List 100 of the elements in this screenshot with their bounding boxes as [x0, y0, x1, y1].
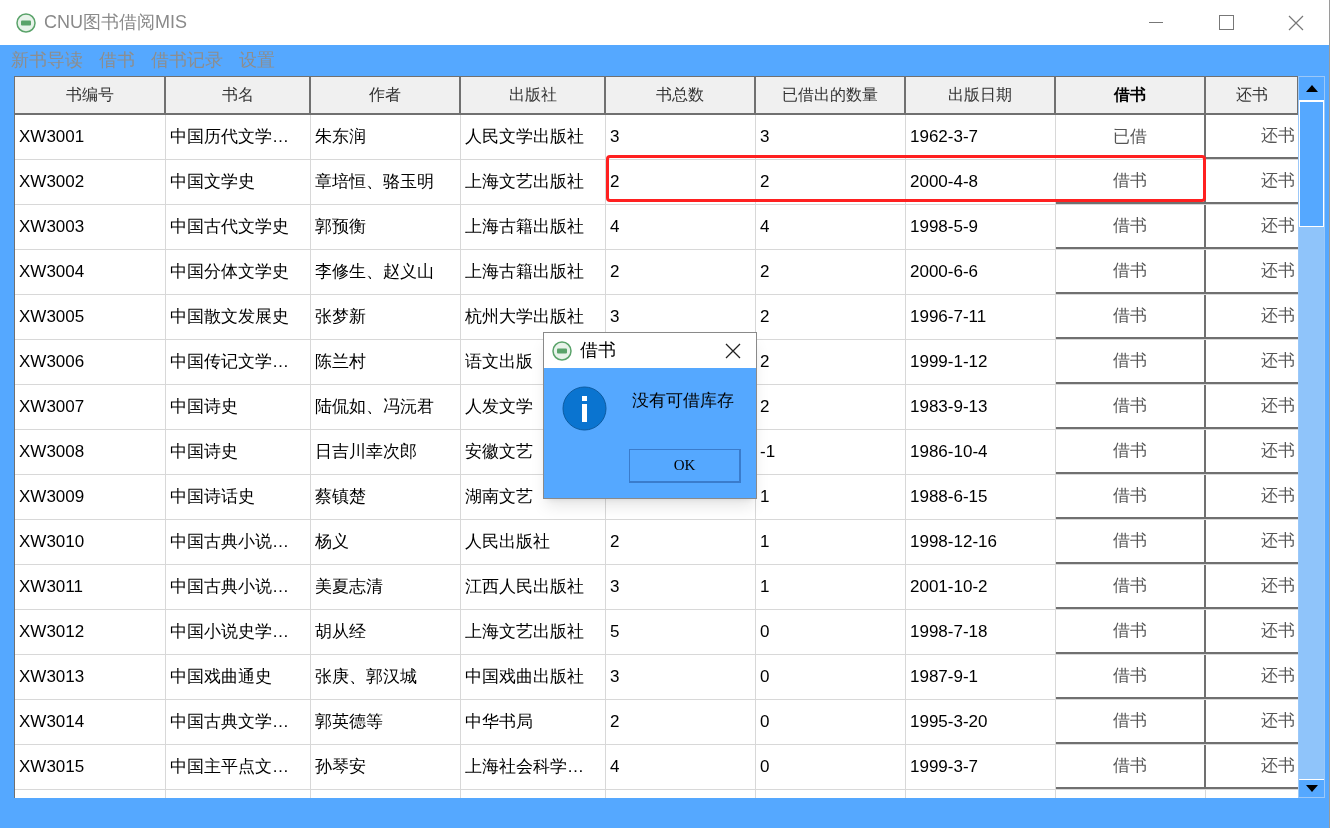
table-cell: XW3012: [15, 610, 166, 654]
column-header[interactable]: 书总数: [606, 77, 756, 113]
borrow-button[interactable]: 借书: [1056, 745, 1206, 789]
borrow-button[interactable]: 借书: [1056, 385, 1206, 429]
scroll-down-icon: [1305, 785, 1318, 792]
borrow-button[interactable]: 借书: [1056, 205, 1206, 249]
borrow-button[interactable]: 借书: [1056, 430, 1206, 474]
table-cell: 上海社会科学…: [461, 745, 606, 789]
table-cell: XW3010: [15, 520, 166, 564]
borrow-button[interactable]: 借书: [1056, 295, 1206, 339]
logo-icon: [552, 340, 572, 361]
table-cell: 上海文艺出版社: [461, 610, 606, 654]
table-cell: 0: [756, 610, 906, 654]
table-cell: 上海文艺出版社: [461, 160, 606, 204]
table-cell: 孙琴安: [311, 745, 461, 789]
scrollbar-thumb[interactable]: [1299, 101, 1324, 227]
scrollbar[interactable]: [1298, 76, 1325, 798]
table-cell: 美夏志清: [311, 565, 461, 609]
table-cell: 郭预衡: [311, 205, 461, 249]
dialog-message: 没有可借库存: [632, 390, 734, 412]
table-cell: 江西人民出版社: [461, 565, 606, 609]
borrow-button[interactable]: 借书: [1056, 565, 1206, 609]
ok-button[interactable]: OK: [629, 449, 741, 483]
column-header[interactable]: 作者: [311, 77, 461, 113]
table-cell: 中国诗话史: [166, 475, 311, 519]
table-cell: 中国文学史: [166, 160, 311, 204]
scroll-up-icon: [1305, 85, 1318, 92]
table-cell: 中国古代文学史: [166, 205, 311, 249]
table-cell: 中华书局: [461, 700, 606, 744]
table-cell: 陈兰村: [311, 340, 461, 384]
table-cell: 人民出版社: [461, 520, 606, 564]
table-cell: 2: [606, 520, 756, 564]
table-cell: 3: [606, 115, 756, 159]
window-title: CNU图书借阅MIS: [44, 11, 187, 34]
table-cell: 陆侃如、冯沅君: [311, 385, 461, 429]
table-cell: 上海古籍出版社: [461, 205, 606, 249]
table-cell: 胡从经: [311, 610, 461, 654]
column-header[interactable]: 已借出的数量: [756, 77, 906, 113]
table-cell: 0: [756, 745, 906, 789]
table-cell: 朱东润: [311, 115, 461, 159]
table-cell: 张梦新: [311, 295, 461, 339]
table-cell: XW3008: [15, 430, 166, 474]
table-cell: 人民文学出版社: [461, 115, 606, 159]
table-cell: XW3009: [15, 475, 166, 519]
borrow-button[interactable]: 借书: [1056, 340, 1206, 384]
table-cell: 中国散文发展史: [166, 295, 311, 339]
borrow-button[interactable]: 借书: [1056, 250, 1206, 294]
table-cell: 4: [606, 745, 756, 789]
column-header[interactable]: 书编号: [15, 77, 166, 113]
table-cell: XW3003: [15, 205, 166, 249]
table-cell: XW3005: [15, 295, 166, 339]
table-cell: 2: [606, 700, 756, 744]
table-cell: 郭英德等: [311, 700, 461, 744]
table-cell: 2: [756, 160, 906, 204]
table-cell: XW3002: [15, 160, 166, 204]
info-icon: [562, 386, 607, 431]
table-cell: 5: [606, 610, 756, 654]
table-cell: 0: [756, 700, 906, 744]
table-cell: 3: [756, 115, 906, 159]
column-header[interactable]: 出版社: [461, 77, 606, 113]
table-cell: 中国小说史学…: [166, 610, 311, 654]
table-cell: 4: [756, 205, 906, 249]
borrow-button[interactable]: 借书: [1056, 610, 1206, 654]
table-cell: 中国古典小说…: [166, 565, 311, 609]
borrow-button[interactable]: 借书: [1056, 700, 1206, 744]
close-icon: [725, 342, 741, 359]
table-cell: 中国诗史: [166, 430, 311, 474]
table-cell: 2: [756, 250, 906, 294]
table-cell: 1: [756, 565, 906, 609]
table-cell: XW3001: [15, 115, 166, 159]
table-cell: XW3007: [15, 385, 166, 429]
table-cell: 章培恒、骆玉明: [311, 160, 461, 204]
borrow-button[interactable]: 借书: [1056, 520, 1206, 564]
table-cell: 李修生、赵义山: [311, 250, 461, 294]
table-cell: 中国主平点文…: [166, 745, 311, 789]
table-cell: 中国古典小说…: [166, 520, 311, 564]
table-cell: 中国分体文学史: [166, 250, 311, 294]
table-cell: 中国历代文学…: [166, 115, 311, 159]
column-header[interactable]: 借书: [1056, 77, 1206, 113]
borrow-button[interactable]: 借书: [1056, 475, 1206, 519]
table-cell: 中国戏曲通史: [166, 655, 311, 699]
column-header[interactable]: 书名: [166, 77, 311, 113]
table-cell: 张庚、郭汉城: [311, 655, 461, 699]
table-cell: 4: [606, 205, 756, 249]
logo-icon: [16, 12, 36, 33]
table-cell: 中国戏曲出版社: [461, 655, 606, 699]
table-cell: XW3015: [15, 745, 166, 789]
table-cell: XW3004: [15, 250, 166, 294]
table-cell: 2: [606, 250, 756, 294]
table-cell: 1962-3-7: [906, 115, 1056, 159]
table-cell: 杨义: [311, 520, 461, 564]
table-cell: 0: [756, 655, 906, 699]
table-cell: XW3013: [15, 655, 166, 699]
table-cell: 蔡镇楚: [311, 475, 461, 519]
column-header[interactable]: 出版日期: [906, 77, 1056, 113]
table-cell: XW3014: [15, 700, 166, 744]
table-cell: 上海古籍出版社: [461, 250, 606, 294]
table-cell: XW3006: [15, 340, 166, 384]
minimize-icon: [1149, 21, 1163, 24]
borrow-button[interactable]: 借书: [1056, 655, 1206, 699]
